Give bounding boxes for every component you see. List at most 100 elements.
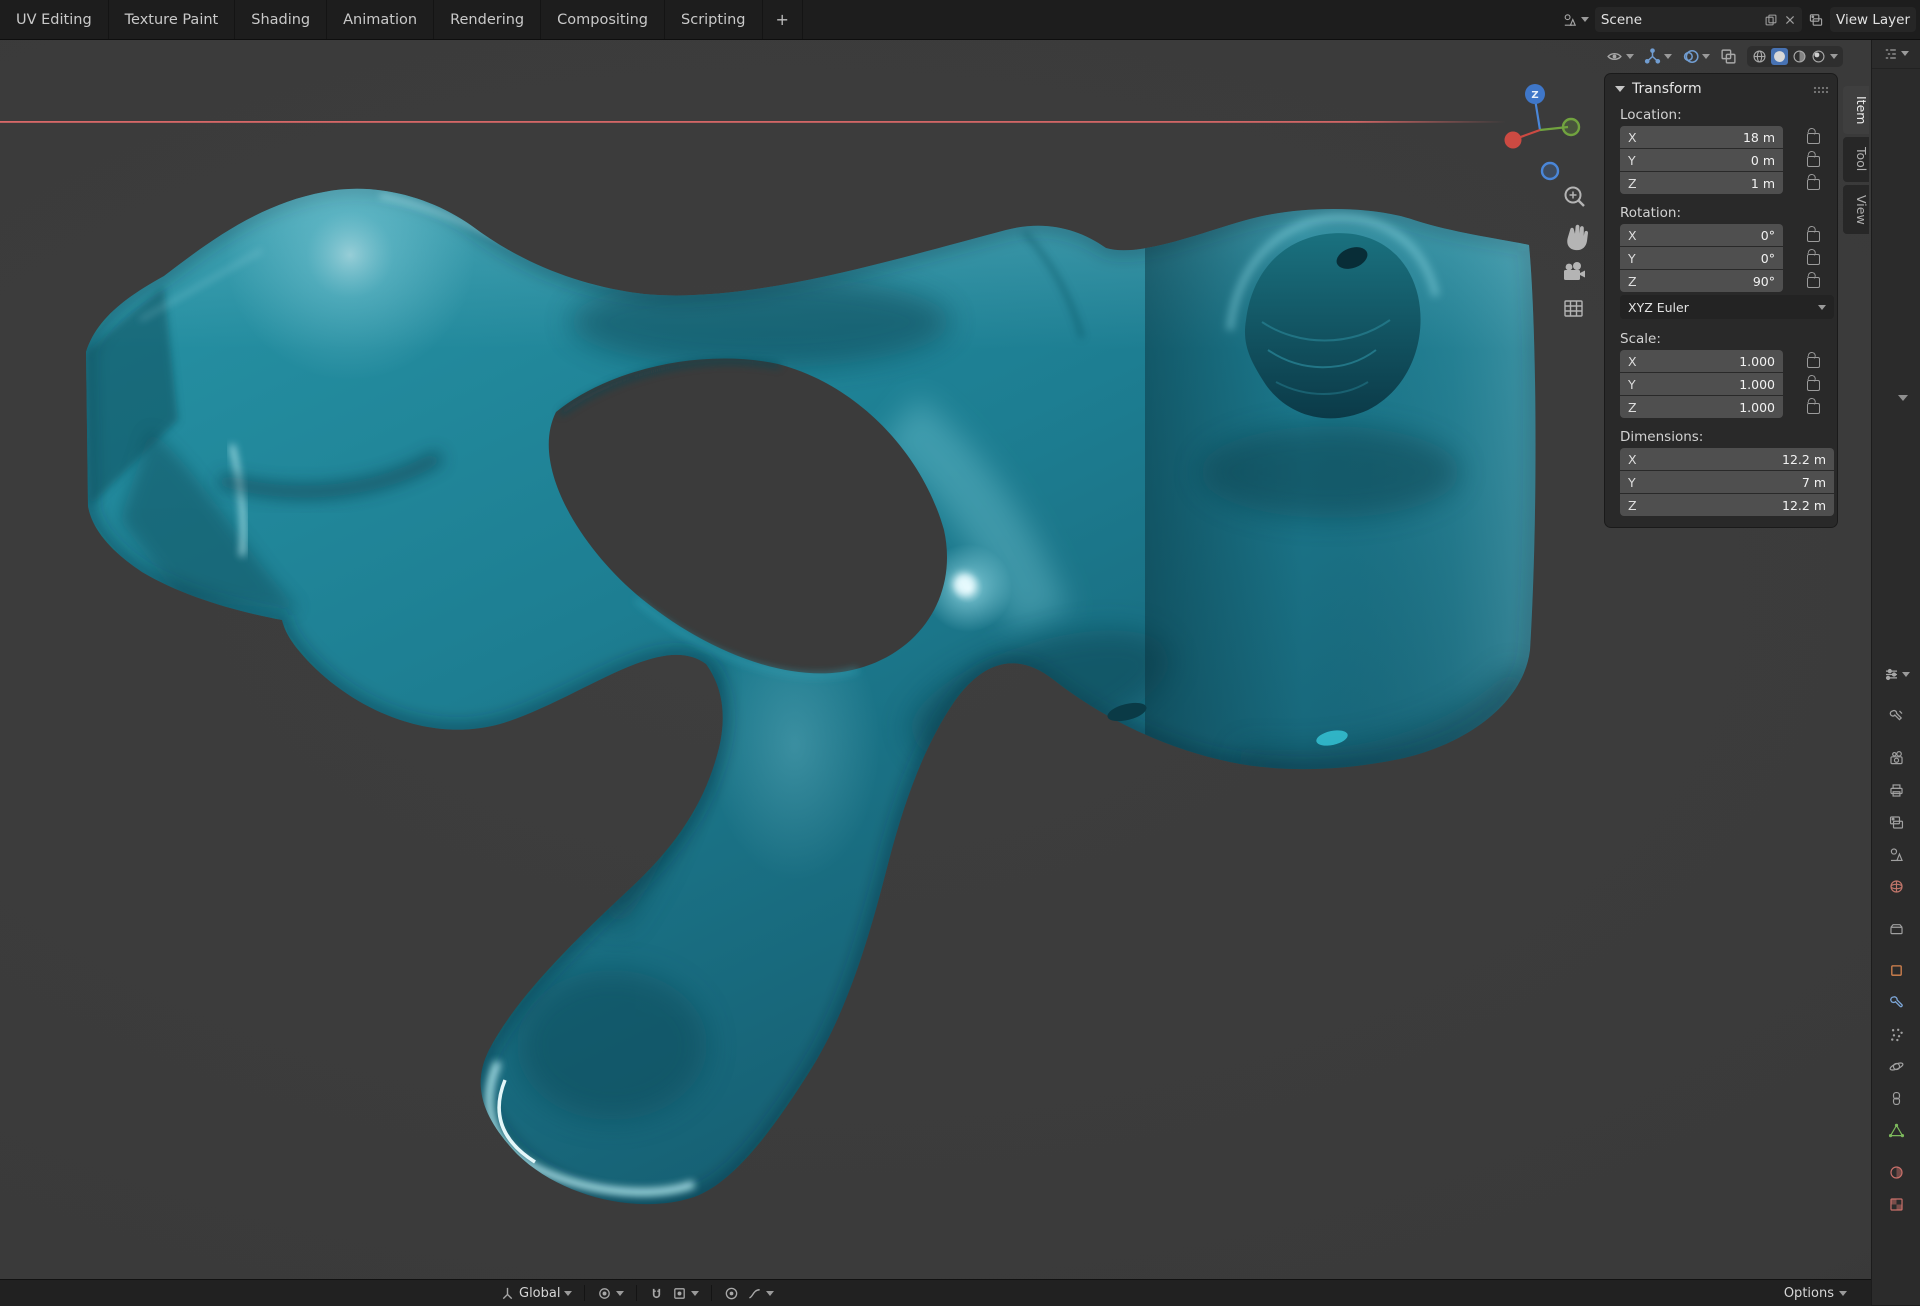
dimensions-z-field[interactable]: Z 12.2 m bbox=[1620, 494, 1834, 516]
gizmo-y-axis-ball[interactable] bbox=[1563, 119, 1579, 135]
3d-viewport[interactable]: Z Transform Lo bbox=[0, 39, 1871, 1279]
lock-scale-x-icon[interactable] bbox=[1807, 357, 1820, 368]
dimensions-y-row: Y 7 m bbox=[1620, 471, 1837, 493]
rotation-mode-select[interactable]: XYZ Euler bbox=[1620, 295, 1834, 319]
toggle-orthographic-button[interactable] bbox=[1565, 301, 1582, 316]
model-object[interactable] bbox=[60, 130, 1580, 1204]
scale-y-field[interactable]: Y 1.000 bbox=[1620, 373, 1783, 395]
properties-tab-particles[interactable] bbox=[1880, 1021, 1914, 1047]
properties-editor-type-button[interactable] bbox=[1880, 661, 1914, 687]
properties-tab-view-layer[interactable] bbox=[1880, 809, 1914, 835]
scene-icon bbox=[1562, 12, 1578, 28]
unlink-scene-icon[interactable] bbox=[1784, 14, 1796, 26]
options-dropdown[interactable]: Options bbox=[1784, 1286, 1847, 1301]
properties-editor-strip bbox=[1871, 39, 1920, 1305]
properties-tab-object[interactable] bbox=[1880, 957, 1914, 983]
properties-tab-object-data[interactable] bbox=[1880, 1117, 1914, 1143]
chevron-down-icon bbox=[1664, 54, 1672, 59]
show-overlays-toggle[interactable] bbox=[1682, 48, 1710, 65]
properties-tab-texture[interactable] bbox=[1880, 1191, 1914, 1217]
view-layer-field[interactable]: View Layer bbox=[1830, 7, 1916, 32]
new-scene-icon[interactable] bbox=[1764, 13, 1778, 27]
orientation-value: Global bbox=[519, 1286, 560, 1301]
properties-tab-world[interactable] bbox=[1880, 873, 1914, 899]
gizmo-z-label: Z bbox=[1531, 90, 1538, 101]
rotation-y-field[interactable]: Y 0° bbox=[1620, 247, 1783, 269]
lock-rotation-y-icon[interactable] bbox=[1807, 254, 1820, 265]
navigation-gizmo[interactable]: Z bbox=[1492, 55, 1592, 185]
workspace-tab-compositing[interactable]: Compositing bbox=[541, 0, 665, 39]
transform-orientation-dropdown[interactable]: Global bbox=[500, 1286, 572, 1301]
axis-value: 90° bbox=[1753, 274, 1775, 289]
lock-location-y-icon[interactable] bbox=[1807, 156, 1820, 167]
chevron-down-icon bbox=[564, 1291, 572, 1296]
axis-label: X bbox=[1628, 354, 1637, 369]
pivot-point-dropdown[interactable] bbox=[597, 1286, 624, 1301]
sidebar-tab-view[interactable]: View bbox=[1843, 185, 1869, 235]
lock-rotation-z-icon[interactable] bbox=[1807, 277, 1820, 288]
add-workspace-button[interactable]: + bbox=[763, 0, 803, 39]
workspace-tab-texture-paint[interactable]: Texture Paint bbox=[109, 0, 236, 39]
axis-value: 0° bbox=[1761, 228, 1775, 243]
properties-tab-modifiers[interactable] bbox=[1880, 989, 1914, 1015]
lock-location-x-icon[interactable] bbox=[1807, 133, 1820, 144]
panel-drag-grip[interactable] bbox=[1813, 86, 1829, 93]
region-collapse-arrow[interactable] bbox=[1898, 395, 1908, 401]
lock-scale-z-icon[interactable] bbox=[1807, 403, 1820, 414]
workspace-tab-animation[interactable]: Animation bbox=[327, 0, 434, 39]
properties-tab-material[interactable] bbox=[1880, 1159, 1914, 1185]
scene-browse-button[interactable] bbox=[1562, 12, 1589, 28]
shading-material-button[interactable] bbox=[1792, 49, 1807, 64]
dimensions-x-row: X 12.2 m bbox=[1620, 448, 1837, 470]
rotation-x-field[interactable]: X 0° bbox=[1620, 224, 1783, 246]
dimensions-x-field[interactable]: X 12.2 m bbox=[1620, 448, 1834, 470]
location-heading: Location: bbox=[1620, 104, 1837, 126]
shading-rendered-button[interactable] bbox=[1811, 49, 1826, 64]
workspace-tab-uv-editing[interactable]: UV Editing bbox=[0, 0, 109, 39]
dimensions-y-field[interactable]: Y 7 m bbox=[1620, 471, 1834, 493]
chevron-down-icon bbox=[1818, 305, 1826, 310]
shading-solid-button[interactable] bbox=[1771, 48, 1788, 65]
transform-panel-header[interactable]: Transform bbox=[1605, 74, 1837, 104]
properties-tab-tool[interactable] bbox=[1880, 703, 1914, 729]
axis-label: X bbox=[1628, 228, 1637, 243]
lock-rotation-x-icon[interactable] bbox=[1807, 231, 1820, 242]
rotation-z-field[interactable]: Z 90° bbox=[1620, 270, 1783, 292]
object-visibility-dropdown[interactable] bbox=[1606, 48, 1634, 65]
camera-view-button[interactable] bbox=[1564, 262, 1585, 280]
proportional-falloff-dropdown[interactable] bbox=[747, 1286, 774, 1301]
workspace-tab-scripting[interactable]: Scripting bbox=[665, 0, 762, 39]
xray-toggle[interactable] bbox=[1720, 48, 1737, 65]
sidebar-tab-tool[interactable]: Tool bbox=[1843, 137, 1869, 181]
scale-z-field[interactable]: Z 1.000 bbox=[1620, 396, 1783, 418]
proportional-editing-toggle[interactable] bbox=[724, 1286, 739, 1301]
scene-name-field[interactable]: Scene bbox=[1595, 7, 1802, 32]
properties-tab-scene[interactable] bbox=[1880, 841, 1914, 867]
workspace-tab-shading[interactable]: Shading bbox=[235, 0, 327, 39]
gizmo-negative-z-ball[interactable] bbox=[1542, 163, 1558, 179]
shading-dropdown-chevron[interactable] bbox=[1830, 54, 1838, 59]
snap-target-dropdown[interactable] bbox=[672, 1286, 699, 1301]
show-gizmos-toggle[interactable] bbox=[1644, 48, 1672, 65]
properties-tab-constraints[interactable] bbox=[1880, 1085, 1914, 1111]
solid-shading-icon bbox=[1772, 49, 1787, 64]
snap-toggle[interactable] bbox=[649, 1286, 664, 1301]
location-x-field[interactable]: X 18 m bbox=[1620, 126, 1783, 148]
workspace-tab-rendering[interactable]: Rendering bbox=[434, 0, 541, 39]
properties-tab-collection[interactable] bbox=[1880, 915, 1914, 941]
pan-hand-button[interactable] bbox=[1567, 225, 1588, 250]
lock-location-z-icon[interactable] bbox=[1807, 179, 1820, 190]
shading-wireframe-button[interactable] bbox=[1752, 49, 1767, 64]
lock-scale-y-icon[interactable] bbox=[1807, 380, 1820, 391]
properties-tab-render[interactable] bbox=[1880, 745, 1914, 771]
outliner-header[interactable] bbox=[1872, 39, 1920, 69]
location-z-field[interactable]: Z 1 m bbox=[1620, 172, 1783, 194]
properties-tab-output[interactable] bbox=[1880, 777, 1914, 803]
sidebar-tab-item[interactable]: Item bbox=[1843, 86, 1869, 134]
view-layer-browse-button[interactable] bbox=[1808, 12, 1824, 28]
scale-x-field[interactable]: X 1.000 bbox=[1620, 350, 1783, 372]
gizmo-x-axis-ball[interactable] bbox=[1505, 132, 1522, 149]
properties-tab-physics[interactable] bbox=[1880, 1053, 1914, 1079]
location-y-field[interactable]: Y 0 m bbox=[1620, 149, 1783, 171]
zoom-button[interactable] bbox=[1566, 188, 1585, 207]
